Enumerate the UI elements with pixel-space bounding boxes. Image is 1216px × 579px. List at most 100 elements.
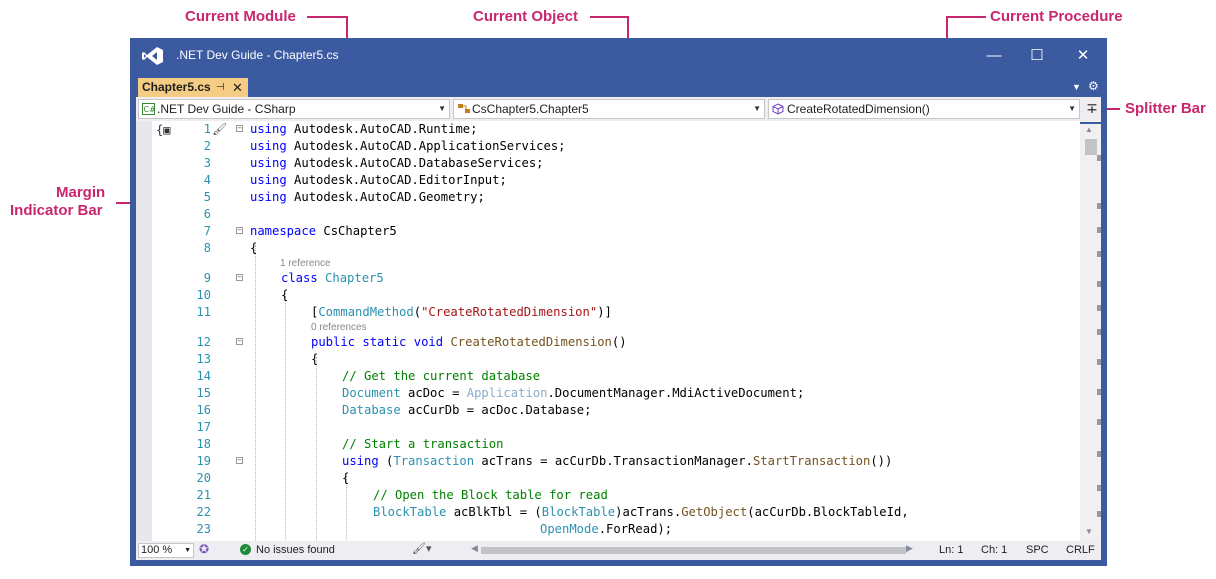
code-text: // Start a transaction — [342, 437, 504, 451]
code-text: Database acCurDb = acDoc.Database; — [342, 403, 592, 417]
code-text: [CommandMethod("CreateRotatedDimension")… — [311, 305, 612, 319]
fold-toggle-icon[interactable]: − — [236, 457, 243, 464]
chevron-down-icon: ▼ — [753, 104, 761, 113]
code-line: 23 OpenMode.ForRead); — [136, 521, 1080, 538]
current-procedure-value: CreateRotatedDimension() — [787, 102, 930, 116]
scroll-up-icon[interactable]: ▲ — [1085, 125, 1093, 134]
scroll-thumb[interactable] — [1085, 139, 1097, 155]
scroll-left-icon[interactable]: ◀ — [471, 543, 478, 554]
check-circle-icon: ✓ — [240, 544, 251, 555]
tab-list-dropdown-icon[interactable]: ▼ — [1072, 82, 1081, 92]
fold-toggle-icon[interactable]: − — [236, 338, 243, 345]
line-indicator[interactable]: Ln: 1 — [939, 543, 963, 558]
splitter-line — [1080, 122, 1101, 124]
code-line: 4 using Autodesk.AutoCAD.EditorInput; — [136, 172, 1080, 189]
code-editor[interactable]: {▣ 🖌 1 − using Autodesk.AutoCAD.Runtime;… — [136, 121, 1101, 541]
zoom-value: 100 % — [141, 544, 173, 556]
code-text: using Autodesk.AutoCAD.Runtime; — [250, 122, 478, 136]
horizontal-scroll-thumb[interactable] — [481, 547, 906, 554]
line-ending-indicator[interactable]: CRLF — [1066, 543, 1095, 558]
line-number: 21 — [196, 488, 211, 502]
line-number: 23 — [196, 522, 211, 536]
code-line: 18 // Start a transaction — [136, 436, 1080, 453]
callout-line — [307, 16, 347, 18]
issues-status[interactable]: No issues found — [256, 543, 335, 558]
line-number: 10 — [196, 288, 211, 302]
callout-line — [946, 16, 986, 18]
scroll-map-marker — [1097, 511, 1101, 517]
line-number: 4 — [203, 173, 211, 187]
callout-current-module: Current Module — [185, 8, 296, 25]
code-line: 11 [CommandMethod("CreateRotatedDimensio… — [136, 304, 1080, 321]
code-line: 22 BlockTable acBlkTbl = (BlockTable)acT… — [136, 504, 1080, 521]
chevron-down-icon: ▼ — [438, 104, 446, 113]
tab-chapter5-cs[interactable]: Chapter5.cs ⊣ ✕ — [138, 78, 248, 97]
pin-icon[interactable]: ⊣ — [216, 78, 225, 97]
chevron-down-icon: ▼ — [1068, 104, 1076, 113]
code-line: 6 — [136, 206, 1080, 223]
code-line: 19 − using (Transaction acTrans = acCurD… — [136, 453, 1080, 470]
code-text: { — [311, 352, 319, 366]
gear-icon[interactable]: ⚙ — [1088, 79, 1099, 93]
code-text: // Open the Block table for read — [373, 488, 608, 502]
current-procedure-dropdown[interactable]: CreateRotatedDimension() ▼ — [768, 99, 1080, 119]
codelens-references[interactable]: 0 references — [311, 322, 367, 334]
current-object-dropdown[interactable]: CsChapter5.Chapter5 ▼ — [453, 99, 765, 119]
whitespace-indicator[interactable]: SPC — [1026, 543, 1049, 558]
line-number: 17 — [196, 420, 211, 434]
code-line: 15 Document acDoc = Application.Document… — [136, 385, 1080, 402]
column-indicator[interactable]: Ch: 1 — [981, 543, 1007, 558]
visual-studio-logo-icon — [142, 47, 163, 65]
scroll-map-marker — [1097, 329, 1101, 335]
callout-line — [590, 16, 628, 18]
scroll-map-marker — [1097, 485, 1101, 491]
current-object-value: CsChapter5.Chapter5 — [472, 102, 589, 116]
document-tab-strip: Chapter5.cs ⊣ ✕ ▼ ⚙ — [130, 74, 1107, 97]
line-number: 20 — [196, 471, 211, 485]
scroll-down-icon[interactable]: ▼ — [1085, 527, 1093, 536]
scroll-right-icon[interactable]: ▶ — [906, 543, 913, 554]
line-number: 7 — [203, 224, 211, 238]
csharp-project-icon: C# — [142, 103, 155, 115]
maximize-button[interactable]: ☐ — [1025, 46, 1049, 66]
code-line: 1 − using Autodesk.AutoCAD.Runtime; — [136, 121, 1080, 138]
fold-toggle-icon[interactable]: − — [236, 274, 243, 281]
minimize-button[interactable]: — — [982, 46, 1006, 66]
code-text: { — [342, 471, 350, 485]
code-text: using Autodesk.AutoCAD.Geometry; — [250, 190, 485, 204]
callout-margin-indicator-line1: Margin — [56, 184, 106, 201]
navigation-bar: C# .NET Dev Guide - CSharp ▼ CsChapter5.… — [136, 97, 1101, 121]
line-number: 15 — [196, 386, 211, 400]
code-cleanup-brush-icon[interactable]: 🖌▾ — [412, 542, 432, 555]
code-line: 3 using Autodesk.AutoCAD.DatabaseService… — [136, 155, 1080, 172]
scroll-map-marker — [1097, 281, 1101, 287]
code-line: 17 — [136, 419, 1080, 436]
code-line: 12 − public static void CreateRotatedDim… — [136, 334, 1080, 351]
vertical-scrollbar[interactable]: ▲ ▼ — [1080, 121, 1101, 541]
current-module-dropdown[interactable]: C# .NET Dev Guide - CSharp ▼ — [138, 99, 450, 119]
codelens-references[interactable]: 1 reference — [280, 258, 331, 270]
line-number: 1 — [203, 122, 211, 136]
line-number: 11 — [196, 305, 211, 319]
close-button[interactable]: ✕ — [1071, 46, 1095, 66]
code-line: 13 { — [136, 351, 1080, 368]
code-text: Document acDoc = Application.DocumentMan… — [342, 386, 805, 400]
line-number: 22 — [196, 505, 211, 519]
window-title: .NET Dev Guide - Chapter5.cs — [176, 48, 339, 62]
fold-toggle-icon[interactable]: − — [236, 227, 243, 234]
code-text: using Autodesk.AutoCAD.ApplicationServic… — [250, 139, 566, 153]
method-icon — [772, 103, 784, 115]
zoom-dropdown[interactable]: 100 % ▼ — [138, 543, 194, 558]
code-text: namespace CsChapter5 — [250, 224, 397, 238]
tab-close-icon[interactable]: ✕ — [232, 78, 243, 97]
fold-toggle-icon[interactable]: − — [236, 125, 243, 132]
callout-current-object: Current Object — [473, 8, 579, 25]
code-line: 21 // Open the Block table for read — [136, 487, 1080, 504]
chevron-down-icon: ▼ — [184, 547, 191, 554]
intellicode-icon[interactable]: ✪ — [199, 542, 209, 556]
scroll-map-marker — [1097, 389, 1101, 395]
code-text: using Autodesk.AutoCAD.DatabaseServices; — [250, 156, 544, 170]
splitter-bar-icon[interactable]: ∓ — [1085, 99, 1099, 119]
scroll-map-marker — [1097, 203, 1101, 209]
code-line: 5 using Autodesk.AutoCAD.Geometry; — [136, 189, 1080, 206]
